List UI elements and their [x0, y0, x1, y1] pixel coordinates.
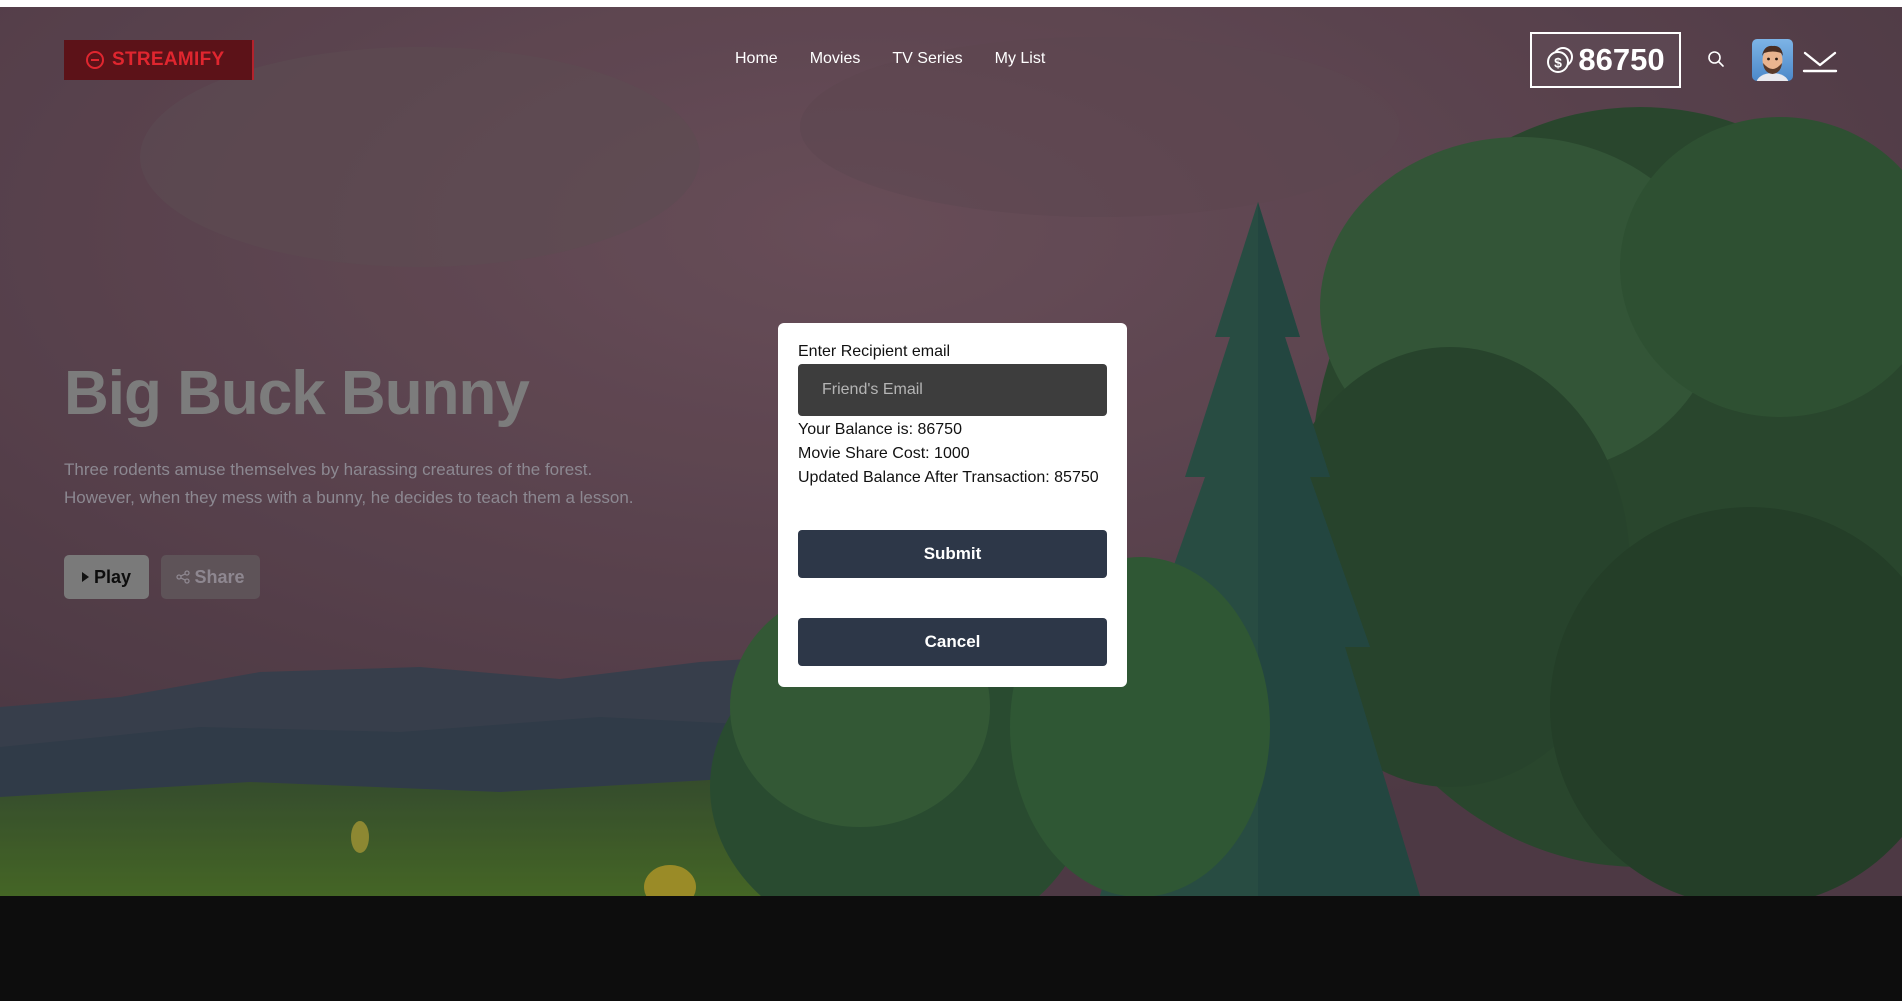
transaction-summary: Your Balance is: 86750 Movie Share Cost:… — [798, 418, 1107, 490]
page-footer-band — [0, 896, 1902, 1001]
share-modal: Enter Recipient email Your Balance is: 8… — [778, 323, 1127, 687]
avatar[interactable] — [1752, 39, 1793, 81]
nav-my-list[interactable]: My List — [995, 50, 1046, 68]
share-label: Share — [194, 566, 245, 587]
share-cost-text: Movie Share Cost: 1000 — [798, 445, 970, 462]
cancel-button[interactable]: Cancel — [798, 618, 1107, 666]
current-balance-text: Your Balance is: 86750 — [798, 421, 962, 438]
nav-home[interactable]: Home — [735, 50, 778, 68]
updated-balance-text: Updated Balance After Transaction: 85750 — [798, 469, 1099, 486]
top-border — [0, 0, 1902, 7]
movie-title: Big Buck Bunny — [64, 359, 530, 428]
coins-icon: $ — [1547, 47, 1574, 73]
share-icon — [176, 570, 191, 584]
recipient-email-label: Enter Recipient email — [798, 343, 951, 360]
logo-icon — [86, 51, 104, 69]
main-nav: Home Movies TV Series My List — [735, 50, 1045, 68]
balance-value: 86750 — [1578, 42, 1665, 77]
nav-movies[interactable]: Movies — [810, 50, 861, 68]
search-icon[interactable] — [1707, 50, 1725, 68]
submit-button[interactable]: Submit — [798, 530, 1107, 578]
svg-text:$: $ — [1554, 55, 1562, 71]
chevron-down-icon[interactable] — [1801, 48, 1839, 74]
play-icon — [81, 572, 89, 582]
movie-description: Three rodents amuse themselves by harass… — [64, 460, 634, 507]
avatar-face-icon — [1756, 45, 1789, 81]
share-button[interactable]: Share — [161, 555, 260, 599]
logo-text: STREAMIFY — [112, 49, 225, 70]
streamify-logo[interactable]: STREAMIFY — [64, 40, 254, 80]
nav-tv-series[interactable]: TV Series — [892, 50, 962, 68]
play-label: Play — [93, 566, 132, 587]
recipient-email-input[interactable] — [798, 364, 1107, 416]
balance-display: $ 86750 — [1530, 32, 1681, 88]
play-button[interactable]: Play — [64, 555, 149, 599]
